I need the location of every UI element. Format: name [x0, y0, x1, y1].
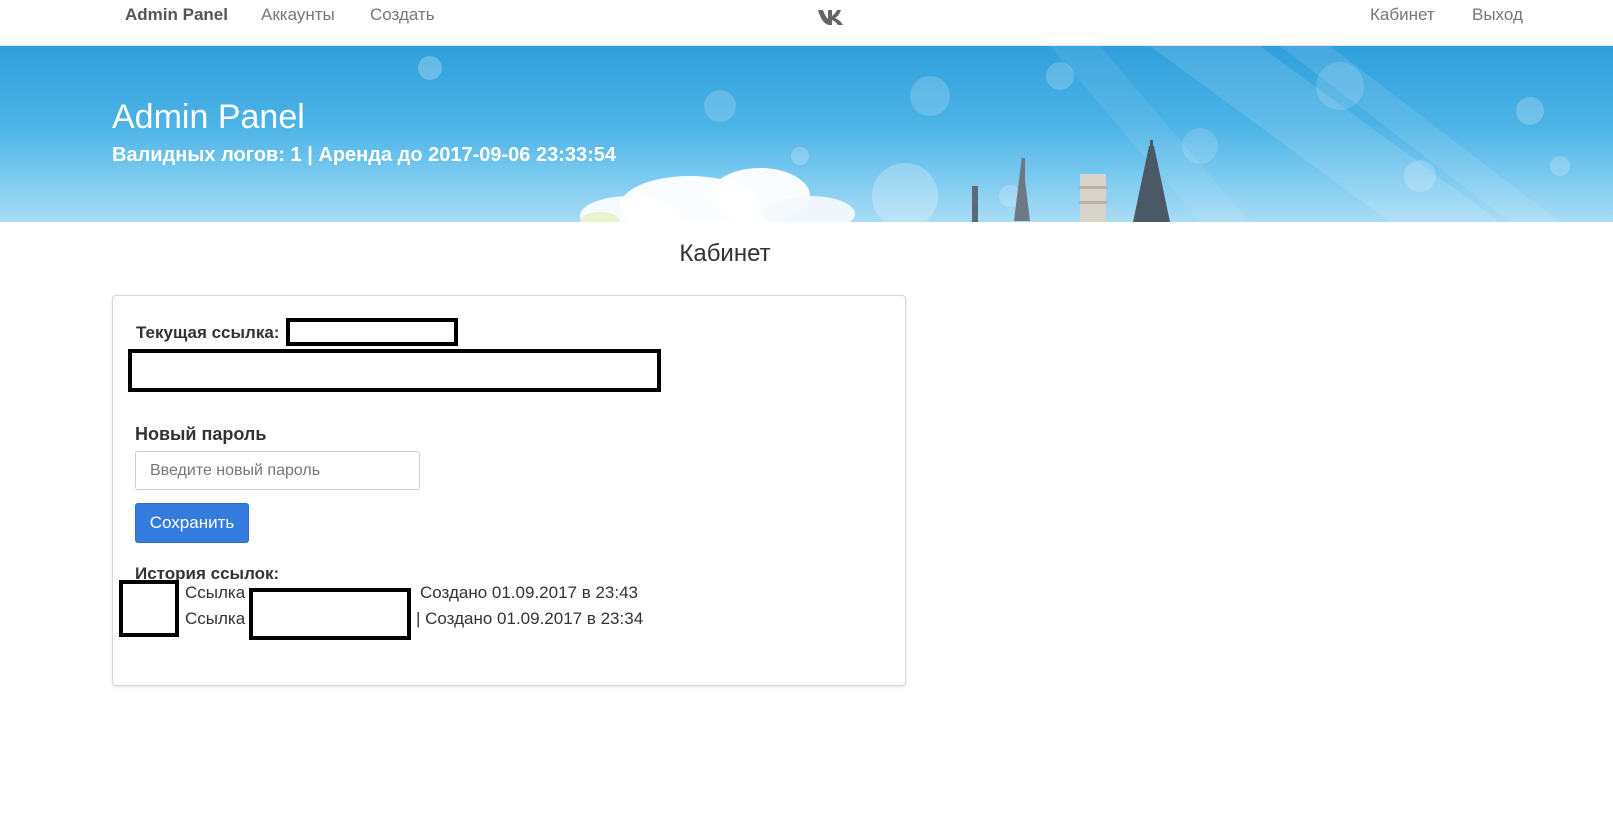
history-item-2-created: | Создано 01.09.2017 в 23:34: [416, 609, 644, 628]
vk-logo-icon[interactable]: [817, 8, 849, 26]
nav-link-logout[interactable]: Выход: [1472, 5, 1523, 25]
hero-title: Admin Panel: [112, 98, 305, 136]
new-password-label: Новый пароль: [135, 424, 267, 444]
history-item-1-prefix: Ссылка: [185, 583, 246, 602]
redacted-history-icon: [119, 580, 179, 637]
nav-link-cabinet[interactable]: Кабинет: [1370, 5, 1435, 25]
history-item-1-created: Создано 01.09.2017 в 23:43: [420, 583, 639, 602]
page-title: Кабинет: [679, 240, 771, 267]
redacted-history-links: [249, 588, 411, 640]
new-password-input[interactable]: [135, 451, 420, 490]
top-navbar: Admin Panel Аккаунты Создать Кабинет Вых…: [0, 0, 1613, 46]
redacted-current-link-full: [128, 349, 661, 392]
nav-link-create[interactable]: Создать: [370, 5, 435, 25]
nav-brand-admin-panel[interactable]: Admin Panel: [125, 5, 228, 25]
nav-link-accounts[interactable]: Аккаунты: [261, 5, 335, 25]
hero-banner: Admin Panel Валидных логов: 1 | Аренда д…: [0, 46, 1613, 222]
hero-subtitle: Валидных логов: 1 | Аренда до 2017-09-06…: [112, 144, 617, 166]
history-item-2-prefix: Ссылка: [185, 609, 246, 628]
cabinet-card: Текущая ссылка: Новый пароль Сохранить И…: [112, 295, 906, 686]
redacted-current-link: [286, 318, 458, 346]
current-link-label: Текущая ссылка:: [136, 323, 280, 342]
save-button[interactable]: Сохранить: [135, 503, 249, 543]
